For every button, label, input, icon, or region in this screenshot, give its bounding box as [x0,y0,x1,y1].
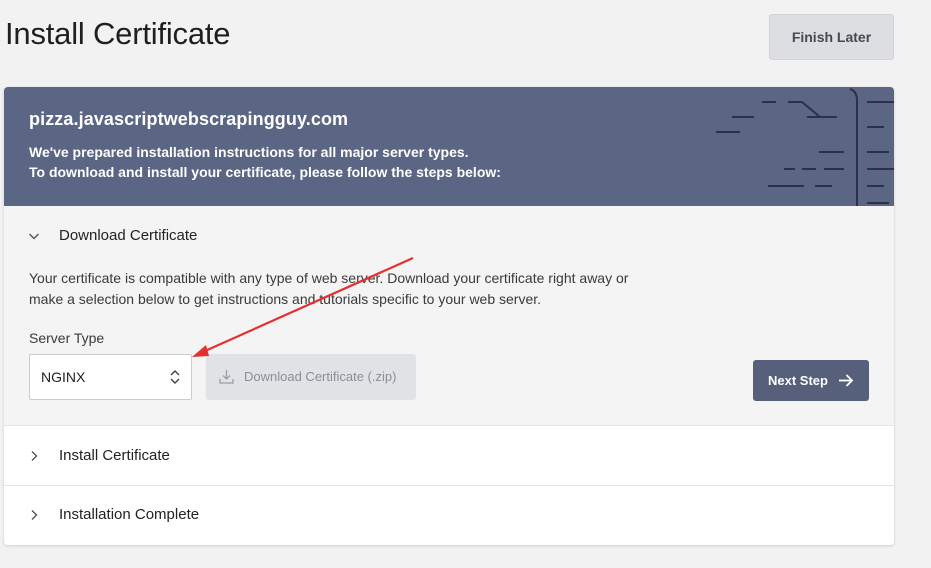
up-down-chevron-icon [170,370,180,384]
chevron-down-icon [29,233,39,240]
server-type-label: Server Type [29,330,105,346]
chevron-right-icon [31,510,38,520]
step-installation-complete[interactable]: Installation Complete [4,486,894,545]
download-icon [219,370,234,384]
next-step-label: Next Step [768,373,828,388]
download-certificate-button[interactable]: Download Certificate (.zip) [206,354,416,400]
card-banner: pizza.javascriptwebscrapingguy.com We've… [4,87,894,206]
page-title: Install Certificate [5,16,231,51]
banner-decoration-graphic [716,88,894,206]
step-install-certificate[interactable]: Install Certificate [4,427,894,486]
arrow-right-icon [839,374,854,387]
server-type-select[interactable]: NGINX [29,354,192,400]
banner-intro-line2: To download and install your certificate… [29,164,501,180]
banner-domain: pizza.javascriptwebscrapingguy.com [29,109,349,129]
certificate-card: pizza.javascriptwebscrapingguy.com We've… [4,87,894,545]
step-title: Install Certificate [59,447,170,464]
step-description: Your certificate is compatible with any … [29,270,629,307]
accordion-header-download[interactable]: Download Certificate [4,206,894,264]
banner-intro-line1: We've prepared installation instructions… [29,144,469,160]
server-type-value: NGINX [41,369,86,385]
step-title: Installation Complete [59,506,200,523]
finish-later-button[interactable]: Finish Later [769,14,894,60]
chevron-right-icon [31,451,38,461]
next-step-button[interactable]: Next Step [753,360,869,401]
step-title: Download Certificate [59,226,198,244]
step-download-certificate: Download Certificate Your certificate is… [4,206,894,426]
download-button-label: Download Certificate (.zip) [244,369,397,384]
